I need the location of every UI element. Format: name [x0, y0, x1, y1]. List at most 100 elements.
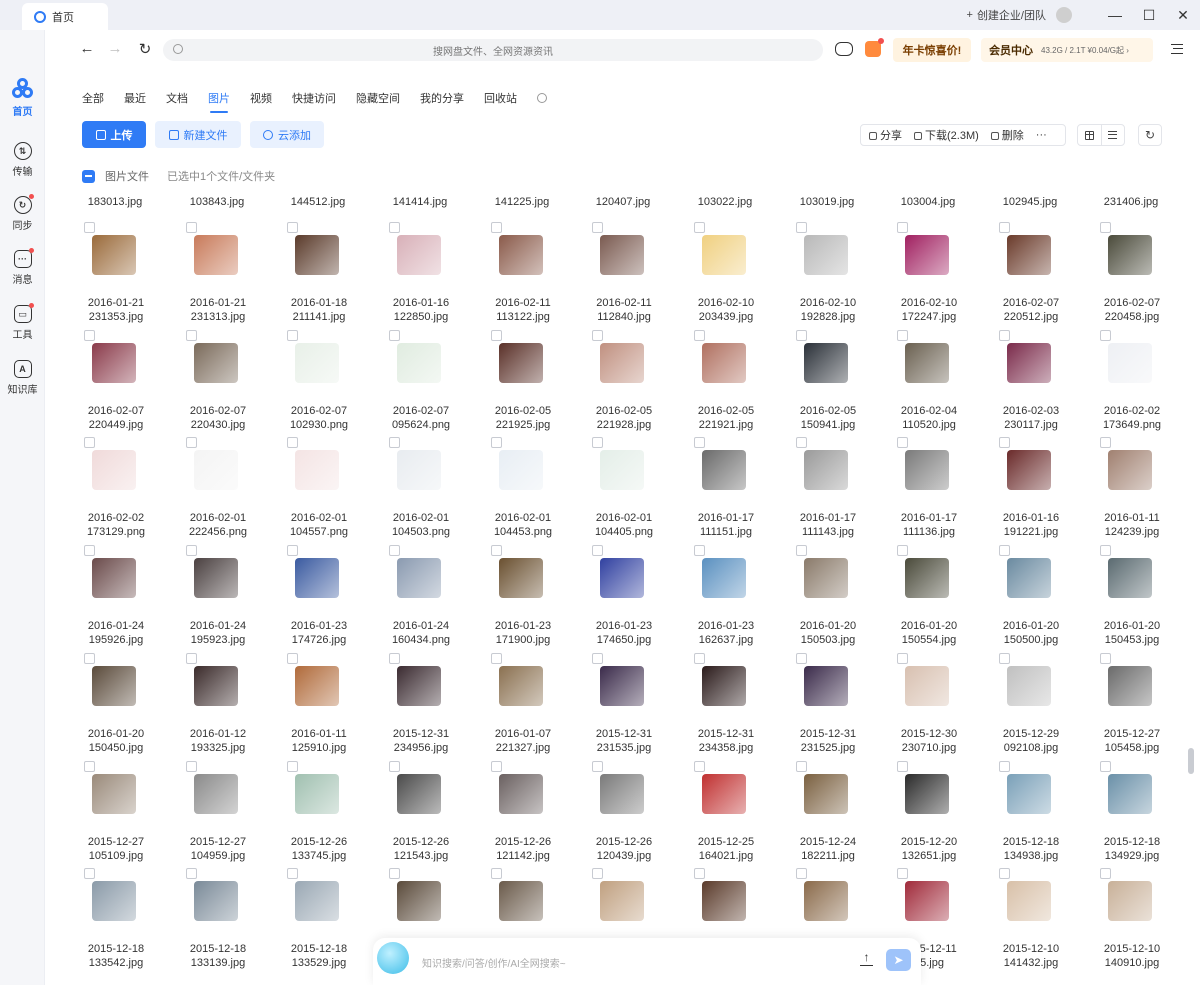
file-item[interactable]: 2016-02-11 113122.jpg: [489, 222, 589, 330]
image-thumbnail[interactable]: [1007, 343, 1051, 383]
image-thumbnail[interactable]: [905, 881, 949, 921]
image-thumbnail[interactable]: [92, 666, 136, 706]
file-checkbox[interactable]: [897, 545, 908, 556]
file-item[interactable]: 2016-01-17 111143.jpg: [794, 437, 894, 545]
file-checkbox[interactable]: [287, 653, 298, 664]
file-checkbox[interactable]: [999, 545, 1010, 556]
image-thumbnail[interactable]: [600, 558, 644, 598]
file-item[interactable]: 2015-12-27 104959.jpg: [184, 761, 284, 869]
file-item[interactable]: 2015-12-25 164021.jpg: [692, 761, 792, 869]
file-checkbox[interactable]: [84, 761, 95, 772]
image-thumbnail[interactable]: [397, 343, 441, 383]
file-checkbox[interactable]: [389, 545, 400, 556]
image-thumbnail[interactable]: [397, 235, 441, 275]
file-checkbox[interactable]: [999, 437, 1010, 448]
file-item[interactable]: 2016-01-17 111136.jpg: [895, 437, 995, 545]
file-item[interactable]: 2016-01-11 124239.jpg: [1098, 437, 1198, 545]
file-item[interactable]: 2016-02-07 220430.jpg: [184, 330, 284, 438]
image-thumbnail[interactable]: [295, 343, 339, 383]
file-checkbox[interactable]: [592, 437, 603, 448]
image-thumbnail[interactable]: [702, 774, 746, 814]
file-checkbox[interactable]: [491, 868, 502, 879]
file-item[interactable]: 2015-12-31 234358.jpg: [692, 653, 792, 761]
file-checkbox[interactable]: [389, 222, 400, 233]
image-thumbnail[interactable]: [804, 235, 848, 275]
image-thumbnail[interactable]: [1108, 235, 1152, 275]
file-item[interactable]: 2016-01-24 160434.png: [387, 545, 487, 653]
file-item[interactable]: 2015-12-27 105458.jpg: [1098, 653, 1198, 761]
image-thumbnail[interactable]: [194, 881, 238, 921]
file-checkbox[interactable]: [389, 653, 400, 664]
file-item[interactable]: 2016-02-10 203439.jpg: [692, 222, 792, 330]
file-item[interactable]: 2015-12-27 105109.jpg: [82, 761, 182, 869]
image-thumbnail[interactable]: [1007, 235, 1051, 275]
file-checkbox[interactable]: [186, 653, 197, 664]
file-item[interactable]: 2016-02-04 110520.jpg: [895, 330, 995, 438]
file-item[interactable]: 2016-01-24 195923.jpg: [184, 545, 284, 653]
file-checkbox[interactable]: [491, 330, 502, 341]
file-item[interactable]: 2016-01-07 221327.jpg: [489, 653, 589, 761]
file-checkbox[interactable]: [796, 761, 807, 772]
image-thumbnail[interactable]: [905, 666, 949, 706]
file-checkbox[interactable]: [491, 653, 502, 664]
image-thumbnail[interactable]: [1007, 666, 1051, 706]
file-item[interactable]: 2015-12-20 132651.jpg: [895, 761, 995, 869]
file-checkbox[interactable]: [84, 868, 95, 879]
upload-arrow-icon[interactable]: ↑: [860, 951, 873, 966]
file-item[interactable]: 2016-02-01 104557.png: [285, 437, 385, 545]
file-checkbox[interactable]: [287, 868, 298, 879]
image-thumbnail[interactable]: [499, 343, 543, 383]
image-thumbnail[interactable]: [1108, 450, 1152, 490]
file-checkbox[interactable]: [897, 330, 908, 341]
image-thumbnail[interactable]: [92, 343, 136, 383]
image-thumbnail[interactable]: [905, 450, 949, 490]
file-checkbox[interactable]: [897, 653, 908, 664]
image-thumbnail[interactable]: [397, 558, 441, 598]
file-item[interactable]: 2016-02-07 102930.png: [285, 330, 385, 438]
image-thumbnail[interactable]: [600, 235, 644, 275]
file-checkbox[interactable]: [796, 653, 807, 664]
file-item[interactable]: 2016-02-07 095624.png: [387, 330, 487, 438]
file-checkbox[interactable]: [389, 868, 400, 879]
image-thumbnail[interactable]: [1007, 450, 1051, 490]
image-thumbnail[interactable]: [905, 558, 949, 598]
image-thumbnail[interactable]: [194, 666, 238, 706]
file-item[interactable]: 2016-02-02 173649.png: [1098, 330, 1198, 438]
image-thumbnail[interactable]: [1108, 558, 1152, 598]
file-item[interactable]: 2016-01-20 150453.jpg: [1098, 545, 1198, 653]
file-checkbox[interactable]: [186, 437, 197, 448]
file-checkbox[interactable]: [999, 653, 1010, 664]
file-item[interactable]: 2016-02-02 173129.png: [82, 437, 182, 545]
file-item[interactable]: 2015-12-18 134938.jpg: [997, 761, 1097, 869]
image-thumbnail[interactable]: [905, 235, 949, 275]
file-item[interactable]: 2016-01-16 191221.jpg: [997, 437, 1097, 545]
file-checkbox[interactable]: [84, 653, 95, 664]
file-checkbox[interactable]: [287, 222, 298, 233]
file-checkbox[interactable]: [796, 222, 807, 233]
image-thumbnail[interactable]: [295, 235, 339, 275]
file-item[interactable]: 2015-12-26 120439.jpg: [590, 761, 690, 869]
file-item[interactable]: 2016-02-01 222456.png: [184, 437, 284, 545]
image-thumbnail[interactable]: [499, 235, 543, 275]
image-thumbnail[interactable]: [499, 558, 543, 598]
file-item[interactable]: 2016-01-20 150554.jpg: [895, 545, 995, 653]
file-item[interactable]: 2015-12-29 092108.jpg: [997, 653, 1097, 761]
file-item[interactable]: 2016-01-23 162637.jpg: [692, 545, 792, 653]
image-thumbnail[interactable]: [194, 450, 238, 490]
file-checkbox[interactable]: [491, 437, 502, 448]
file-item[interactable]: 2016-01-12 193325.jpg: [184, 653, 284, 761]
file-checkbox[interactable]: [186, 761, 197, 772]
file-checkbox[interactable]: [897, 437, 908, 448]
image-thumbnail[interactable]: [92, 450, 136, 490]
image-thumbnail[interactable]: [804, 558, 848, 598]
file-item[interactable]: 2016-02-05 221928.jpg: [590, 330, 690, 438]
file-checkbox[interactable]: [796, 330, 807, 341]
image-thumbnail[interactable]: [804, 666, 848, 706]
file-item[interactable]: 2016-02-11 112840.jpg: [590, 222, 690, 330]
file-item[interactable]: 2016-02-07 220458.jpg: [1098, 222, 1198, 330]
image-thumbnail[interactable]: [499, 774, 543, 814]
file-checkbox[interactable]: [796, 868, 807, 879]
file-item[interactable]: 2015-12-18 133542.jpg: [82, 868, 182, 976]
file-checkbox[interactable]: [84, 330, 95, 341]
file-checkbox[interactable]: [389, 437, 400, 448]
